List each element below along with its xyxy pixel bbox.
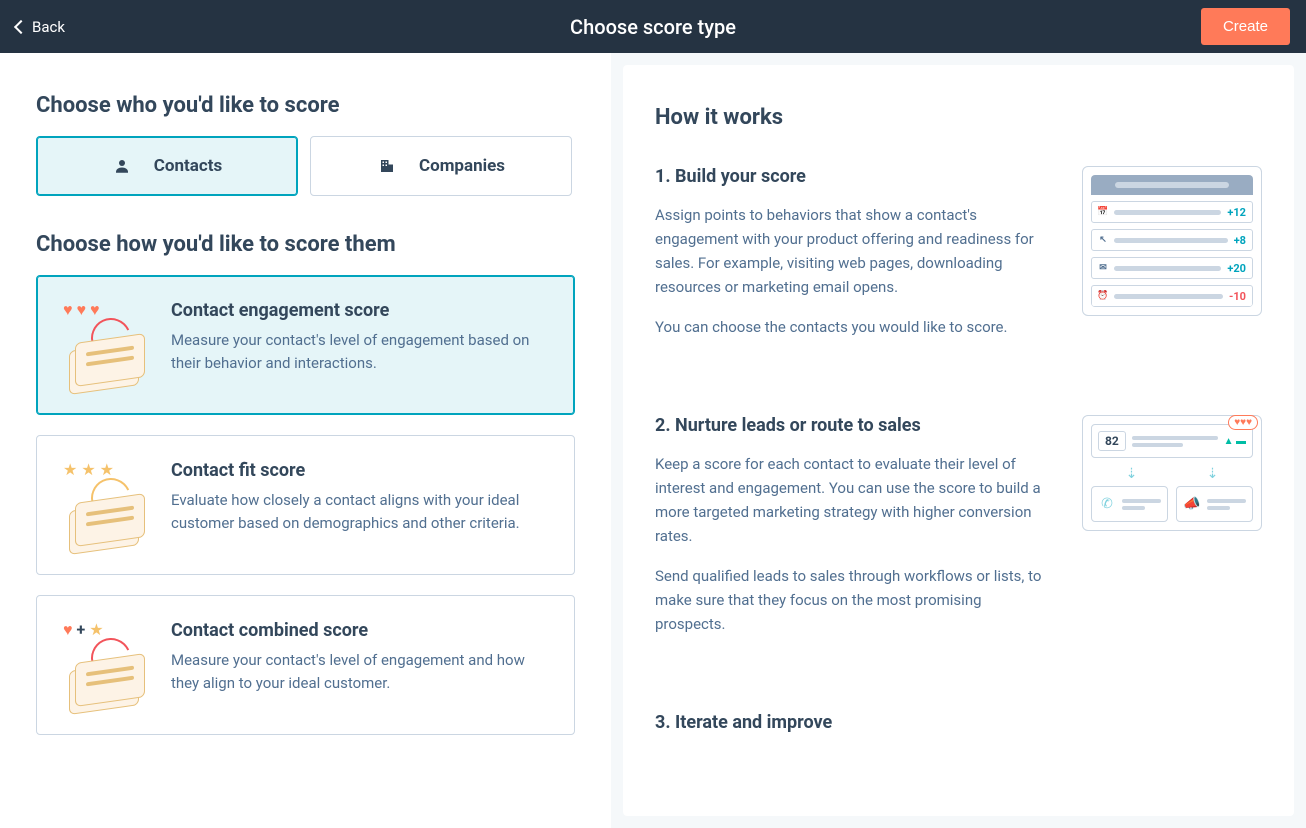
phone-icon: ✆: [1098, 495, 1116, 513]
step-build-score: 1. Build your score Assign points to beh…: [655, 166, 1262, 355]
tab-label: Companies: [419, 156, 505, 176]
step-paragraph: Assign points to behaviors that show a c…: [655, 203, 1052, 299]
option-desc: Measure your contact's level of engageme…: [171, 649, 552, 696]
step-paragraph: Send qualified leads to sales through wo…: [655, 564, 1052, 636]
option-title: Contact engagement score: [171, 300, 552, 321]
building-icon: [377, 156, 397, 176]
step-paragraph: You can choose the contacts you would li…: [655, 315, 1052, 339]
score-value: -10: [1227, 290, 1248, 303]
main-content: Choose who you'd like to score Contacts …: [0, 53, 1306, 828]
tab-label: Contacts: [154, 156, 222, 176]
calendar-icon: 📅: [1096, 205, 1110, 219]
right-panel: How it works 1. Build your score Assign …: [623, 65, 1294, 816]
step-title: 2. Nurture leads or route to sales: [655, 415, 1052, 436]
score-value: +20: [1225, 262, 1248, 275]
step-title: 1. Build your score: [655, 166, 1052, 187]
right-container: How it works 1. Build your score Assign …: [611, 53, 1306, 828]
step2-illustration: ♥♥♥ 82 ▲ ▬ ⇣ ⇣ ✆: [1082, 415, 1262, 652]
page-title: Choose score type: [570, 15, 736, 39]
step1-illustration: 📅 +12 ↖ +8 ✉ +20 ⏰ -10: [1082, 166, 1262, 355]
card-illustration-fit: ★ ★ ★: [59, 460, 149, 550]
arrow-down-icon: ⇣: [1126, 466, 1138, 482]
score-value: +8: [1232, 234, 1248, 247]
clock-icon: ⏰: [1096, 289, 1110, 303]
card-illustration-combined: ♥ + ★: [59, 620, 149, 710]
option-title: Contact combined score: [171, 620, 552, 641]
how-heading: Choose how you'd like to score them: [36, 232, 575, 257]
step-title: 3. Iterate and improve: [655, 712, 1262, 733]
who-heading: Choose who you'd like to score: [36, 93, 575, 118]
page-header: Back Choose score type Create: [0, 0, 1306, 53]
stars-icon: ★ ★ ★: [63, 460, 114, 479]
arrow-down-icon: ⇣: [1207, 466, 1219, 482]
up-caret-icon: ▲ ▬: [1224, 436, 1246, 447]
option-desc: Measure your contact's level of engageme…: [171, 329, 552, 376]
how-it-works-heading: How it works: [655, 105, 1262, 130]
mixed-icon: ♥ + ★: [63, 620, 104, 640]
tab-companies[interactable]: Companies: [310, 136, 572, 196]
hearts-badge-icon: ♥♥♥: [1228, 415, 1258, 430]
step-nurture-route: 2. Nurture leads or route to sales Keep …: [655, 415, 1262, 652]
entity-tabs: Contacts Companies: [36, 136, 575, 196]
create-button[interactable]: Create: [1201, 8, 1290, 45]
option-desc: Evaluate how closely a contact aligns wi…: [171, 489, 552, 536]
score-value: +12: [1225, 206, 1248, 219]
score-badge: 82: [1098, 431, 1126, 451]
back-label: Back: [32, 18, 65, 36]
megaphone-icon: 📣: [1183, 495, 1201, 513]
tab-contacts[interactable]: Contacts: [36, 136, 298, 196]
option-engagement-score[interactable]: ♥ ♥ ♥ Contact engagement score Measure y…: [36, 275, 575, 415]
option-combined-score[interactable]: ♥ + ★ Contact combined score Measure you…: [36, 595, 575, 735]
option-title: Contact fit score: [171, 460, 552, 481]
cursor-icon: ↖: [1096, 233, 1110, 247]
step-iterate-improve: 3. Iterate and improve: [655, 712, 1262, 749]
step-paragraph: Keep a score for each contact to evaluat…: [655, 452, 1052, 548]
option-fit-score[interactable]: ★ ★ ★ Contact fit score Evaluate how clo…: [36, 435, 575, 575]
back-button[interactable]: Back: [16, 18, 65, 36]
mail-icon: ✉: [1096, 261, 1110, 275]
chevron-left-icon: [14, 19, 28, 33]
person-icon: [112, 156, 132, 176]
card-illustration-engagement: ♥ ♥ ♥: [59, 300, 149, 390]
hearts-icon: ♥ ♥ ♥: [63, 300, 99, 320]
left-panel: Choose who you'd like to score Contacts …: [0, 53, 611, 828]
